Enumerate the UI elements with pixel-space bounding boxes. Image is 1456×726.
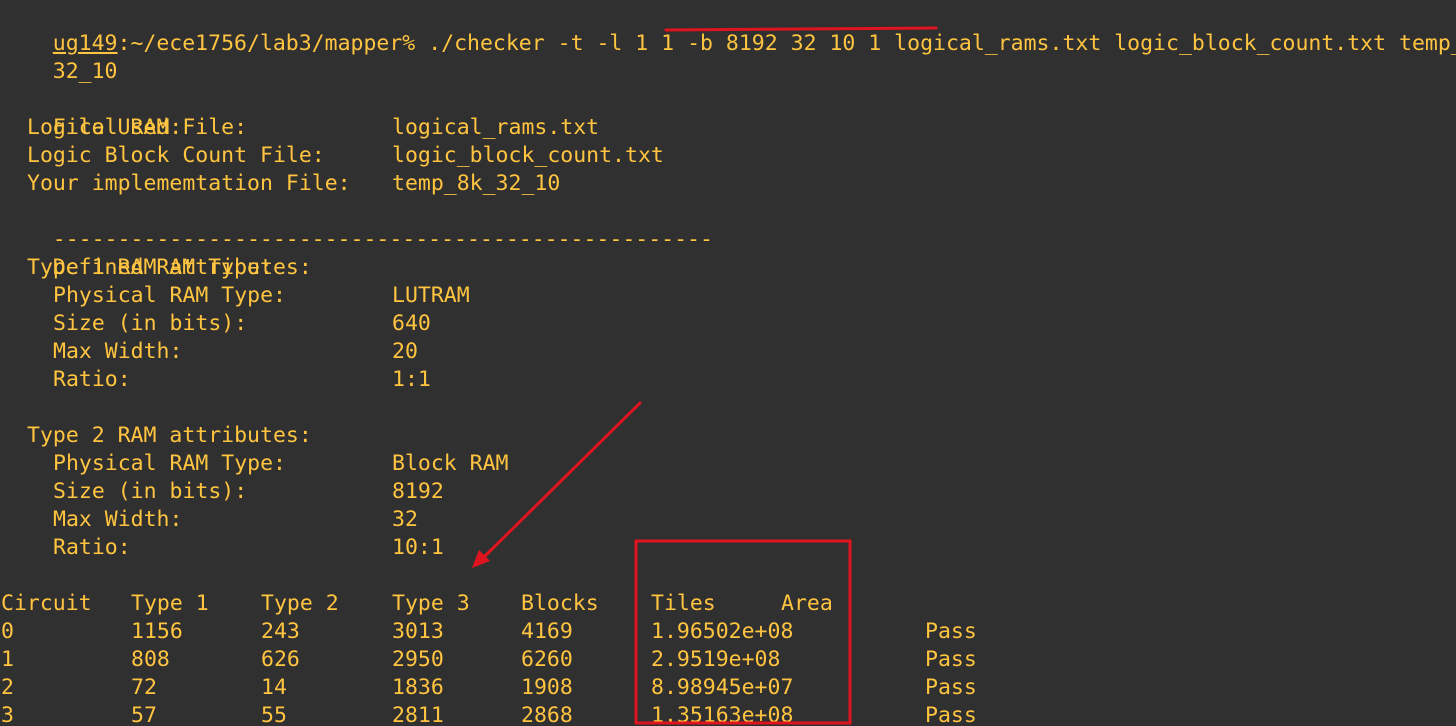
cell-circuit: 3: [1, 703, 14, 726]
column-header: Circuit: [1, 591, 92, 616]
column-header: Blocks: [521, 591, 599, 616]
column-header: Type 2: [261, 591, 339, 616]
cell-type3: 2950: [392, 647, 444, 672]
table-row: 2 72 14 1836 1908 8.98945e+07 Pass: [1, 674, 977, 702]
command-wrap-text: 32_10: [52, 59, 118, 84]
file-label: Logical RAM File:: [27, 115, 248, 140]
file-label: Your implememtation File:: [27, 171, 351, 196]
ram-attr-row: Ratio: 1:1: [1, 366, 431, 394]
table-row: 1 808 626 2950 6260 2.9519e+08 Pass: [1, 646, 977, 674]
ram-attr-row: Size (in bits): 640: [1, 310, 431, 338]
ram-attr-row: Ratio: 10:1: [1, 534, 444, 562]
file-value: logical_rams.txt: [392, 115, 600, 140]
ram-attr-label: Ratio:: [53, 367, 131, 392]
ram-attr-value: Block RAM: [392, 451, 509, 476]
cell-blocks: 6260: [521, 647, 573, 672]
cell-area: 8.98945e+07: [651, 675, 794, 700]
file-value: temp_8k_32_10: [392, 171, 561, 196]
cell-status: Pass: [925, 647, 977, 672]
ram-attr-label: Size (in bits):: [53, 311, 248, 336]
cell-blocks: 4169: [521, 619, 573, 644]
ram-type-2-header: Type 2 RAM attributes:: [1, 422, 312, 450]
command-wrap-line: 32_10: [1, 30, 118, 84]
file-row-impl: Your implememtation File: temp_8k_32_10: [1, 170, 560, 198]
cell-status: Pass: [925, 619, 977, 644]
ram-attr-value: 20: [392, 339, 418, 364]
ram-header: Defined RAM Type:: [1, 226, 273, 280]
cell-status: Pass: [925, 675, 977, 700]
ram-attr-label: Ratio:: [53, 535, 131, 560]
cell-type1: 72: [131, 675, 157, 700]
ram-attr-label: Max Width:: [53, 339, 183, 364]
column-header: Type 1: [131, 591, 209, 616]
cell-type2: 626: [261, 647, 300, 672]
command-text: ./checker -t -l 1 1 -b 8192 32 10 1 logi…: [428, 31, 1456, 56]
cell-circuit: 1: [1, 647, 14, 672]
table-row: 3 57 55 2811 2868 1.35163e+08 Pass: [1, 702, 977, 726]
column-header: Type 3: [392, 591, 470, 616]
cell-area: 1.35163e+08: [651, 703, 794, 726]
column-header: Area: [781, 591, 833, 616]
cell-type1: 57: [131, 703, 157, 726]
file-value: logic_block_count.txt: [392, 143, 664, 168]
column-header: Tiles: [651, 591, 716, 616]
ram-attr-label: Size (in bits):: [53, 479, 248, 504]
ram-attr-value: 8192: [392, 479, 444, 504]
cell-type2: 243: [261, 619, 300, 644]
ram-type-header-text: Type 1 RAM attributes:: [27, 255, 312, 280]
ram-attr-label: Physical RAM Type:: [53, 283, 286, 308]
prompt-path: :~/ece1756/lab3/mapper%: [117, 31, 429, 56]
ram-attr-row: Max Width: 20: [1, 338, 418, 366]
ram-attr-value: 32: [392, 507, 418, 532]
files-header: File Used:: [1, 86, 182, 140]
cell-circuit: 0: [1, 619, 14, 644]
ram-attr-row: Max Width: 32: [1, 506, 418, 534]
cell-type1: 1156: [131, 619, 183, 644]
file-row-blockcount: Logic Block Count File: logic_block_coun…: [1, 142, 664, 170]
cell-type1: 808: [131, 647, 170, 672]
ram-attr-row: Size (in bits): 8192: [1, 478, 444, 506]
cell-area: 2.9519e+08: [651, 647, 781, 672]
cell-area: 1.96502e+08: [651, 619, 794, 644]
cell-type2: 14: [261, 675, 287, 700]
cell-type3: 1836: [392, 675, 444, 700]
file-row-logical: Logical RAM File: logical_rams.txt: [1, 114, 599, 142]
terminal-window[interactable]: ug149:~/ece1756/lab3/mapper% ./checker -…: [1, 0, 1456, 726]
command-line: ug149:~/ece1756/lab3/mapper% ./checker -…: [1, 2, 1456, 56]
cell-type3: 3013: [392, 619, 444, 644]
ram-attr-label: Physical RAM Type:: [53, 451, 286, 476]
cell-blocks: 2868: [521, 703, 573, 726]
ram-attr-label: Max Width:: [53, 507, 183, 532]
cell-type3: 2811: [392, 703, 444, 726]
ram-type-header-text: Type 2 RAM attributes:: [27, 423, 312, 448]
cell-circuit: 2: [1, 675, 14, 700]
ram-attr-value: 10:1: [392, 535, 444, 560]
cell-type2: 55: [261, 703, 287, 726]
ram-attr-row: Physical RAM Type: Block RAM: [1, 450, 509, 478]
ram-attr-value: 640: [392, 311, 431, 336]
separator-line: ----------------------------------------…: [1, 198, 713, 252]
ram-attr-row: Physical RAM Type: LUTRAM: [1, 282, 470, 310]
cell-status: Pass: [925, 703, 977, 726]
ram-type-1-header: Type 1 RAM attributes:: [1, 254, 312, 282]
cell-blocks: 1908: [521, 675, 573, 700]
table-header: Circuit Type 1 Type 2 Type 3 Blocks Tile…: [1, 590, 833, 618]
table-row: 0 1156 243 3013 4169 1.96502e+08 Pass: [1, 618, 977, 646]
file-label: Logic Block Count File:: [27, 143, 325, 168]
ram-attr-value: LUTRAM: [392, 283, 470, 308]
ram-attr-value: 1:1: [392, 367, 431, 392]
